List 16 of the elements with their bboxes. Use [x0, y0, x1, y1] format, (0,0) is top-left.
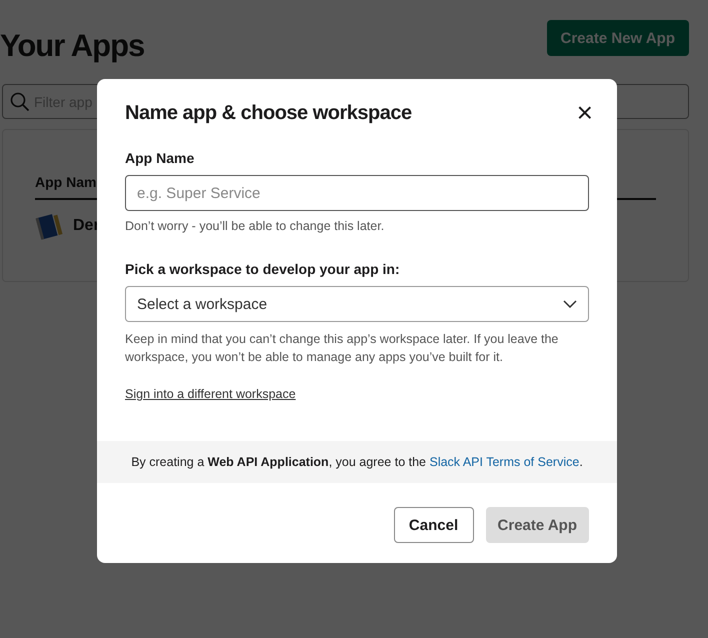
sign-in-link[interactable]: Sign into a different workspace: [125, 387, 296, 401]
chevron-down-icon: [563, 300, 577, 308]
close-button[interactable]: ×: [576, 101, 593, 125]
terms-link[interactable]: Slack API Terms of Service: [429, 455, 580, 469]
search-icon: [10, 92, 30, 112]
terms-text: By creating a Web API Application, you agree to the Slack API Terms of Service.: [131, 455, 583, 469]
app-name-field[interactable]: e.g. Super Service: [125, 175, 589, 211]
hint-text: Don’t worry - you’ll be able to change this later.: [125, 218, 386, 235]
dialog-title: Name app & choose workspace: [125, 102, 412, 124]
cancel-button[interactable]: Cancel: [394, 507, 474, 543]
page-title: Your Apps: [0, 28, 144, 64]
book-icon: [35, 212, 65, 240]
note-text: Keep in mind that you can’t change this app’s workspace later. If you leave the workspace, you won’t be able to manage any apps you’ve built for it.: [125, 331, 560, 366]
field-label: Pick a workspace to develop your app in:: [125, 261, 401, 277]
field-label: App Name: [125, 150, 196, 166]
workspace-select[interactable]: Select a workspace: [125, 286, 589, 322]
